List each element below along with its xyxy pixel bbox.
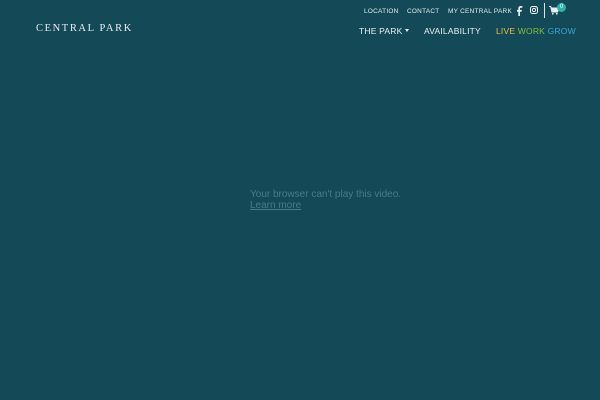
video-learn-more-link[interactable]: Learn more	[250, 200, 301, 211]
header-divider	[544, 3, 545, 18]
nav-link-contact[interactable]: CONTACT	[407, 7, 440, 17]
grow-label: GROW	[547, 26, 576, 36]
video-fallback-message: Your browser can't play this video.	[250, 189, 402, 200]
utility-nav: LOCATION CONTACT MY CENTRAL PARK	[0, 7, 600, 19]
nav-item-the-park[interactable]: THE PARK	[359, 26, 410, 36]
work-label: WORK	[517, 26, 546, 36]
page: CENTRAL PARK LOCATION CONTACT MY CENTRAL…	[0, 0, 600, 400]
nav-link-location[interactable]: LOCATION	[364, 7, 399, 17]
nav-item-the-park-label: THE PARK	[359, 26, 403, 36]
live-label: LIVE	[496, 26, 516, 36]
caret-down-icon	[405, 29, 410, 33]
nav-link-my-central-park[interactable]: MY CENTRAL PARK	[448, 7, 512, 17]
instagram-icon[interactable]	[530, 6, 538, 14]
facebook-icon[interactable]	[517, 6, 523, 16]
cart-count-badge: 0	[557, 3, 566, 12]
nav-item-availability[interactable]: AVAILABILITY	[424, 26, 481, 36]
site-logo[interactable]: CENTRAL PARK	[36, 23, 133, 34]
nav-item-live-work-grow[interactable]: LIVE WORK GROW	[496, 26, 576, 36]
